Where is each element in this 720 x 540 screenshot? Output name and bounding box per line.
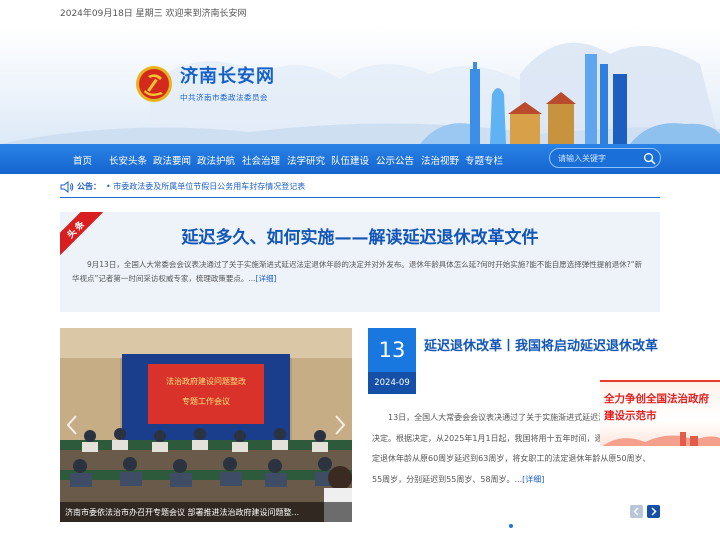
slide-indicator-dot[interactable]: [509, 524, 513, 528]
slide-prev-icon[interactable]: [66, 414, 78, 436]
nav-item-news[interactable]: 政法要闻: [153, 153, 191, 167]
search-input[interactable]: [558, 152, 638, 165]
notice-label: 公告：: [77, 182, 101, 191]
notice-link[interactable]: • 市委政法委及所属单位节假日公务用车封存情况登记表: [106, 181, 305, 192]
screen-text-line1: 法治政府建设问题整改: [166, 376, 246, 386]
nav-item-announcements[interactable]: 公示公告: [376, 153, 414, 167]
meeting-photo: 法治政府建设问题整改 专题工作会议: [60, 328, 352, 522]
news-date-box: 13 2024-09: [368, 328, 416, 394]
headline-more-link[interactable]: [详细]: [256, 274, 277, 283]
banner-line2: 建设示范市: [604, 410, 657, 422]
search-icon[interactable]: [643, 152, 656, 165]
slide-next-icon[interactable]: [334, 414, 346, 436]
photo-caption-bar: 济南市委依法治市办召开专题会议 部署推进法治政府建设问题整...: [60, 502, 352, 522]
nav-item-rule-of-law[interactable]: 法治视野: [421, 153, 459, 167]
site-title[interactable]: 济南长安网: [180, 62, 275, 88]
floating-banner[interactable]: 全力争创全国法治政府 建设示范市: [600, 380, 720, 446]
photo-caption[interactable]: 济南市委依法治市办召开专题会议 部署推进法治政府建设问题整...: [65, 507, 299, 518]
nav-item-law-research[interactable]: 法学研究: [287, 153, 325, 167]
site-subtitle: 中共济南市委政法委员会: [180, 93, 268, 102]
banner-line1: 全力争创全国法治政府: [604, 393, 709, 405]
news-year-month: 2024-09: [368, 372, 416, 394]
screen-text-line2: 专题工作会议: [182, 396, 230, 406]
city-skyline-illustration: [420, 54, 720, 144]
pager-prev-icon[interactable]: [630, 505, 643, 518]
pager-next-icon[interactable]: [647, 505, 660, 518]
news-day: 13: [368, 328, 416, 372]
nav-item-escort[interactable]: 政法护航: [197, 153, 235, 167]
slideshow-photo[interactable]: 法治政府建设问题整改 专题工作会议 济南市委依法治市办召开专题会议 部署推进法治…: [60, 328, 352, 522]
nav-item-home[interactable]: 首页: [73, 153, 92, 167]
headline-title[interactable]: 延迟多久、如何实施——解读延迟退休改革文件: [60, 223, 660, 248]
headline-card: 头条 延迟多久、如何实施——解读延迟退休改革文件 9月13日，全国人大常委会会议…: [60, 212, 660, 312]
nav-item-governance[interactable]: 社会治理: [242, 153, 280, 167]
nav-item-headlines[interactable]: 长安头条: [109, 153, 147, 167]
news-more-link[interactable]: [详细]: [522, 475, 544, 484]
speaker-icon: [60, 181, 74, 193]
headline-summary: 9月13日，全国人大常委会会议表决通过了关于实施渐进式延迟法定退休年龄的决定并对…: [72, 260, 643, 283]
top-date-bar: 2024年09月18日 星期三 欢迎来到济南长安网: [0, 0, 720, 24]
notice-bar: 公告： • 市委政法委及所属单位节假日公务用车封存情况登记表: [60, 178, 660, 198]
nav-item-special[interactable]: 专题专栏: [465, 153, 503, 167]
banner-decoration: [602, 432, 720, 446]
date-welcome-text: 2024年09月18日 星期三 欢迎来到济南长安网: [60, 9, 247, 19]
nav-item-team[interactable]: 队伍建设: [331, 153, 369, 167]
site-header: 济南长安网 中共济南市委政法委员会: [0, 24, 720, 144]
party-emblem-icon: [136, 66, 172, 102]
news-title[interactable]: 延迟退休改革丨我国将启动延迟退休改革: [424, 336, 660, 357]
search-box: [549, 148, 661, 168]
